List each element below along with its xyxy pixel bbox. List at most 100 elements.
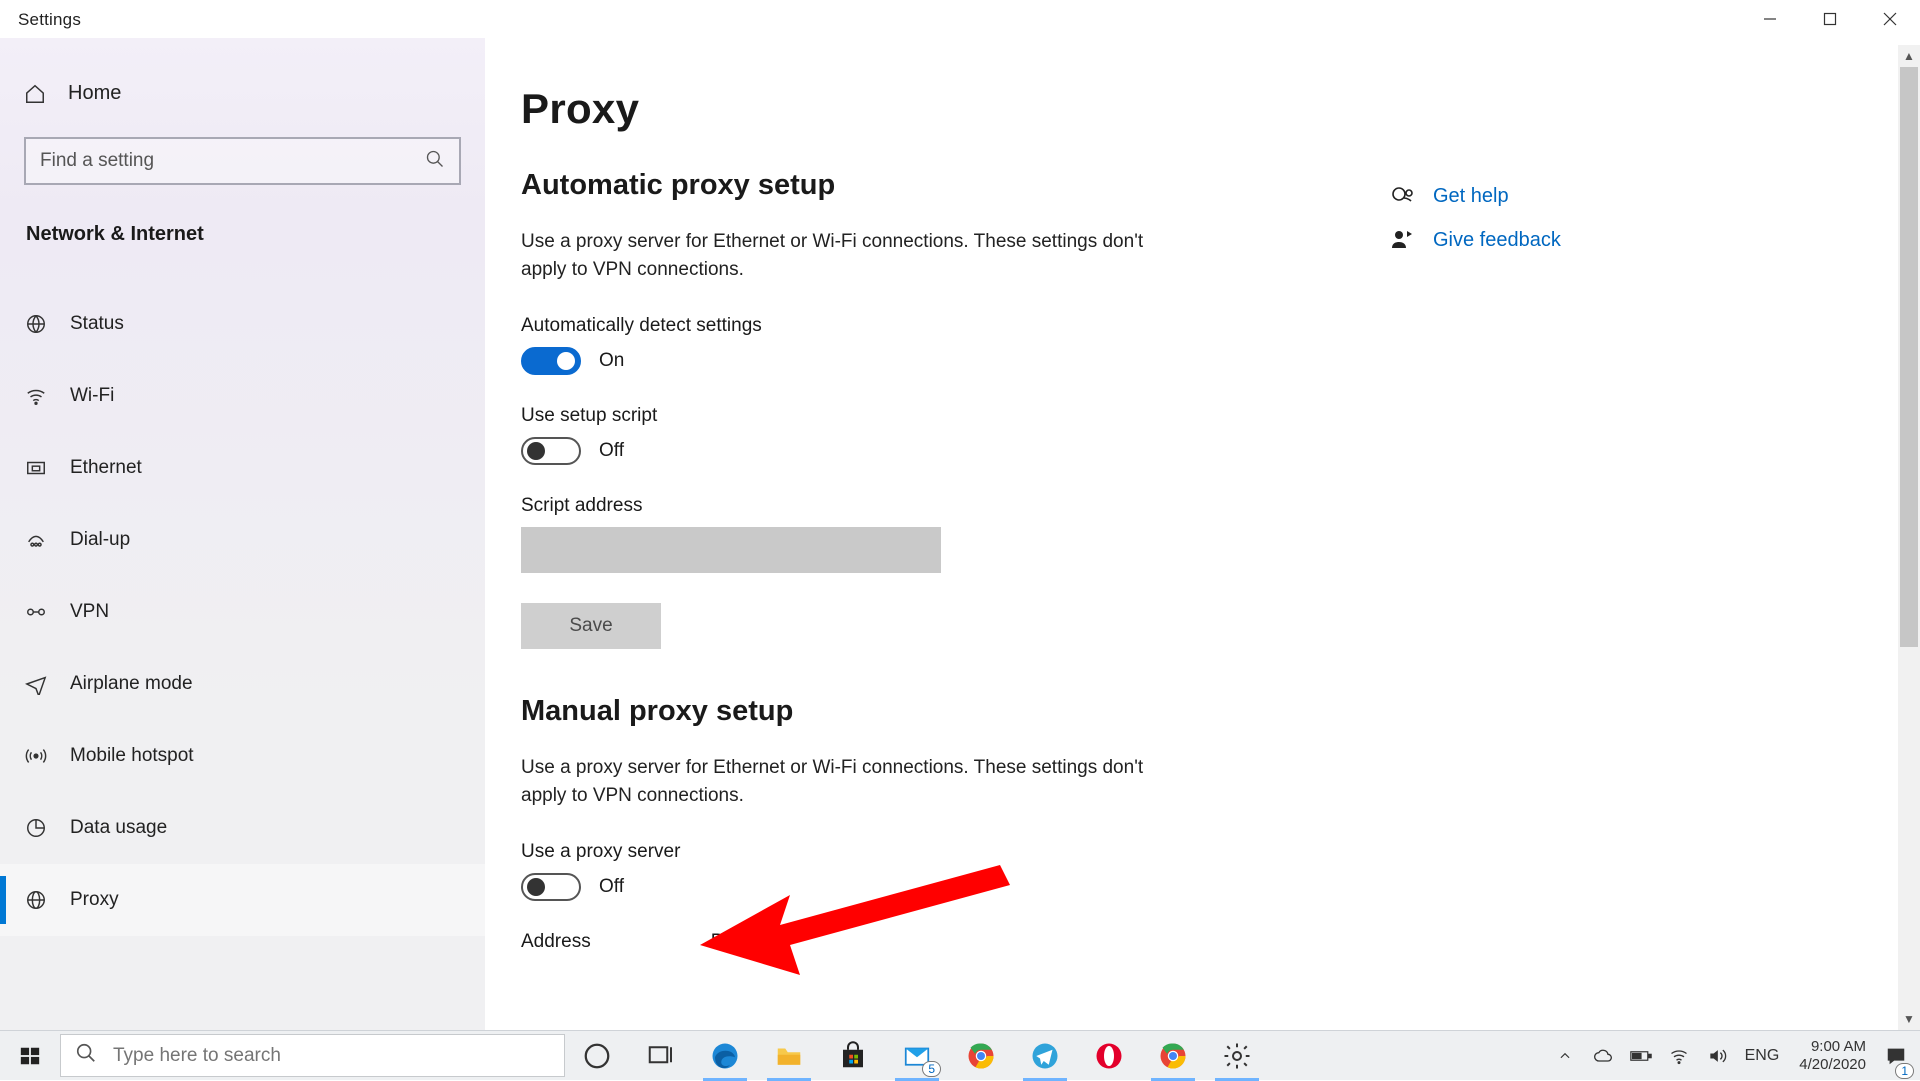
settings-taskbar-button[interactable] <box>1205 1031 1269 1081</box>
cortana-icon <box>582 1041 612 1071</box>
close-icon <box>1883 12 1897 26</box>
chrome-icon <box>966 1041 996 1071</box>
window-controls <box>1740 0 1920 38</box>
sidebar-item-hotspot[interactable]: Mobile hotspot <box>0 720 485 792</box>
titlebar: Settings <box>0 0 1920 38</box>
sidebar-home-label: Home <box>68 82 121 105</box>
manual-proxy-desc: Use a proxy server for Ethernet or Wi-Fi… <box>521 754 1161 809</box>
taskbar-search-input[interactable] <box>113 1045 550 1067</box>
sidebar-item-dialup[interactable]: Dial-up <box>0 504 485 576</box>
vpn-icon <box>24 600 48 624</box>
settings-window: Settings Home Network & In <box>0 0 1920 1030</box>
folder-icon <box>774 1041 804 1071</box>
datausage-icon <box>24 816 48 840</box>
sidebar-item-label: Data usage <box>70 817 167 839</box>
close-button[interactable] <box>1860 0 1920 38</box>
battery-icon <box>1630 1049 1652 1063</box>
tray-onedrive[interactable] <box>1589 1031 1617 1081</box>
give-feedback-text[interactable]: Give feedback <box>1433 229 1561 252</box>
windows-icon <box>19 1045 41 1067</box>
tray-clock[interactable]: 9:00 AM 4/20/2020 <box>1793 1038 1872 1073</box>
use-proxy-toggle-state: Off <box>599 876 624 898</box>
gear-icon <box>1222 1041 1252 1071</box>
sidebar-item-label: VPN <box>70 601 109 623</box>
minimize-icon <box>1763 12 1777 26</box>
scroll-up-icon[interactable]: ▲ <box>1898 45 1920 67</box>
telegram-icon <box>1030 1041 1060 1071</box>
edge-button[interactable] <box>693 1031 757 1081</box>
notifications-badge: 1 <box>1895 1063 1914 1079</box>
use-script-toggle[interactable] <box>521 437 581 465</box>
scroll-down-icon[interactable]: ▼ <box>1898 1008 1920 1030</box>
tray-battery[interactable] <box>1627 1031 1655 1081</box>
store-button[interactable] <box>821 1031 885 1081</box>
save-button[interactable]: Save <box>521 603 661 649</box>
sidebar-item-ethernet[interactable]: Ethernet <box>0 432 485 504</box>
mail-button[interactable]: 5 <box>885 1031 949 1081</box>
taskbar: 5 ENG 9:00 AM 4/20/2020 1 <box>0 1030 1920 1080</box>
search-icon <box>75 1042 97 1069</box>
tray-volume[interactable] <box>1703 1031 1731 1081</box>
use-proxy-label: Use a proxy server <box>521 841 1181 863</box>
chrome2-button[interactable] <box>1141 1031 1205 1081</box>
cortana-button[interactable] <box>565 1031 629 1081</box>
chrome-button[interactable] <box>949 1031 1013 1081</box>
opera-icon <box>1094 1041 1124 1071</box>
system-tray: ENG 9:00 AM 4/20/2020 1 <box>1551 1031 1920 1080</box>
automatic-proxy-heading: Automatic proxy setup <box>521 169 1181 202</box>
sidebar-home[interactable]: Home <box>0 68 485 119</box>
sidebar-section-label: Network & Internet <box>0 213 485 262</box>
sidebar-item-label: Wi-Fi <box>70 385 114 407</box>
port-label: Port <box>711 931 746 953</box>
tray-overflow[interactable] <box>1551 1031 1579 1081</box>
taskbar-search[interactable] <box>60 1034 565 1077</box>
search-input[interactable] <box>40 150 425 172</box>
sidebar-item-datausage[interactable]: Data usage <box>0 792 485 864</box>
script-address-label: Script address <box>521 495 1181 517</box>
sidebar-item-label: Proxy <box>70 889 119 911</box>
sidebar-item-vpn[interactable]: VPN <box>0 576 485 648</box>
sidebar-item-status[interactable]: Status <box>0 288 485 360</box>
get-help-text[interactable]: Get help <box>1433 185 1509 208</box>
use-script-label: Use setup script <box>521 405 1181 427</box>
sidebar-item-wifi[interactable]: Wi-Fi <box>0 360 485 432</box>
mail-badge: 5 <box>922 1061 941 1077</box>
tray-wifi[interactable] <box>1665 1031 1693 1081</box>
taskview-button[interactable] <box>629 1031 693 1081</box>
auto-detect-toggle[interactable] <box>521 347 581 375</box>
taskview-icon <box>646 1041 676 1071</box>
start-button[interactable] <box>0 1031 60 1080</box>
use-proxy-toggle[interactable] <box>521 873 581 901</box>
opera-button[interactable] <box>1077 1031 1141 1081</box>
scroll-thumb[interactable] <box>1900 67 1918 647</box>
sidebar-item-proxy[interactable]: Proxy <box>0 864 485 936</box>
maximize-button[interactable] <box>1800 0 1860 38</box>
sidebar-item-airplane[interactable]: Airplane mode <box>0 648 485 720</box>
manual-proxy-heading: Manual proxy setup <box>521 695 1181 728</box>
use-script-toggle-state: Off <box>599 440 624 462</box>
proxy-icon <box>24 888 48 912</box>
sidebar-item-label: Ethernet <box>70 457 142 479</box>
get-help-link[interactable]: Get help <box>1389 183 1601 209</box>
search-icon <box>425 149 445 174</box>
status-icon <box>24 312 48 336</box>
give-feedback-link[interactable]: Give feedback <box>1389 227 1601 253</box>
tray-language[interactable]: ENG <box>1741 1031 1784 1081</box>
sidebar-item-label: Mobile hotspot <box>70 745 194 767</box>
minimize-button[interactable] <box>1740 0 1800 38</box>
sidebar-nav-list: Status Wi-Fi Ethernet Dial-up VPN Airpla… <box>0 288 485 936</box>
tray-notifications[interactable]: 1 <box>1882 1031 1910 1081</box>
sidebar-search[interactable] <box>24 137 461 185</box>
chevron-up-icon <box>1558 1049 1572 1063</box>
automatic-proxy-desc: Use a proxy server for Ethernet or Wi-Fi… <box>521 228 1161 283</box>
auto-detect-label: Automatically detect settings <box>521 315 1181 337</box>
page-title: Proxy <box>521 85 1920 133</box>
vertical-scrollbar[interactable]: ▲ ▼ <box>1898 45 1920 1030</box>
telegram-button[interactable] <box>1013 1031 1077 1081</box>
home-icon <box>24 83 46 105</box>
explorer-button[interactable] <box>757 1031 821 1081</box>
sidebar-item-label: Status <box>70 313 124 335</box>
script-address-input[interactable] <box>521 527 941 573</box>
wifi-icon <box>1669 1046 1689 1066</box>
cloud-icon <box>1593 1046 1613 1066</box>
